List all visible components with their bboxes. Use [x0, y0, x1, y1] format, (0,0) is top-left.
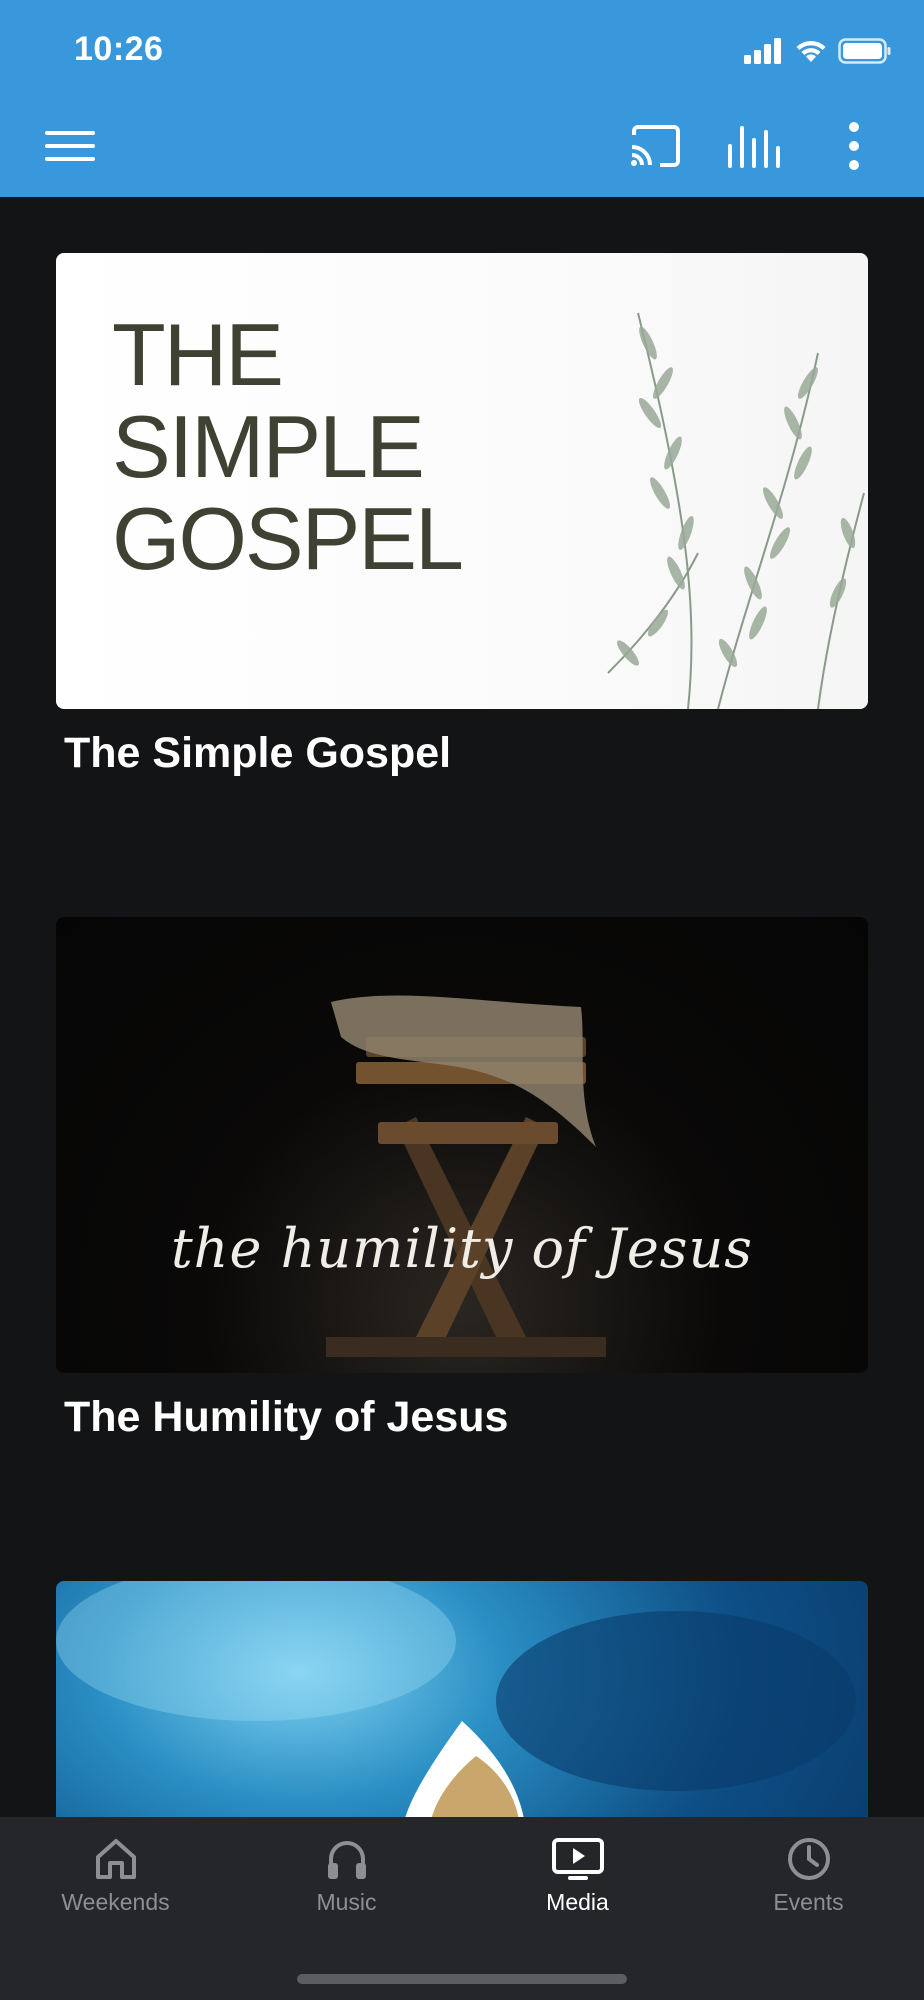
- series-artwork-humility-of-jesus[interactable]: the humility of Jesus: [56, 917, 868, 1373]
- tab-label-music: Music: [316, 1889, 377, 1915]
- artwork-line-3: GOSPEL: [112, 489, 464, 588]
- series-card-third[interactable]: [56, 1581, 868, 1817]
- menu-button[interactable]: [40, 116, 100, 176]
- tab-media[interactable]: Media: [462, 1817, 693, 1957]
- tab-events[interactable]: Events: [693, 1817, 924, 1957]
- headphones-icon: [327, 1841, 366, 1879]
- manger-illustration: [326, 995, 606, 1357]
- media-series-list: THE SIMPLE GOSPEL The Simple Gospel the …: [0, 197, 924, 1817]
- tab-weekends[interactable]: Weekends: [0, 1817, 231, 1957]
- equalizer-icon: [728, 126, 780, 168]
- app-header: 10:26: [0, 0, 924, 197]
- hamburger-menu-icon: [45, 131, 95, 161]
- status-time: 10:26: [74, 30, 164, 68]
- wifi-icon: [796, 40, 826, 62]
- series-title[interactable]: The Humility of Jesus: [56, 1393, 868, 1442]
- olive-branch-illustration: [607, 312, 865, 709]
- tab-label-media: Media: [546, 1889, 609, 1915]
- battery-icon: [838, 38, 891, 64]
- cast-icon: [631, 125, 680, 167]
- artwork-script-text: the humility of Jesus: [170, 1217, 753, 1280]
- artwork-title-text: THE SIMPLE GOSPEL: [112, 305, 464, 588]
- cellular-signal-icon: [744, 38, 781, 64]
- series-card-humility-of-jesus[interactable]: the humility of Jesus The Humility of Je…: [56, 917, 868, 1442]
- tab-label-weekends: Weekends: [61, 1889, 170, 1915]
- more-options-button[interactable]: [824, 116, 884, 176]
- artwork-line-1: THE: [112, 305, 284, 404]
- clock-icon: [787, 1838, 830, 1880]
- tab-label-events: Events: [773, 1889, 844, 1915]
- series-title[interactable]: The Simple Gospel: [56, 729, 868, 778]
- series-artwork-third[interactable]: [56, 1581, 868, 1817]
- series-card-simple-gospel[interactable]: THE SIMPLE GOSPEL The Simple Gospel: [56, 253, 868, 778]
- equalizer-button[interactable]: [724, 116, 784, 176]
- tv-play-icon: [551, 1838, 604, 1880]
- home-indicator: [297, 1974, 627, 1984]
- status-icons: [744, 36, 892, 66]
- cast-button[interactable]: [626, 116, 686, 176]
- app-screen: 10:26 THE SIMPLE GOSPEL The Simple Gospe…: [0, 0, 924, 2000]
- bottom-tab-bar: Weekends Music Media Events: [0, 1817, 924, 2000]
- more-vertical-icon: [849, 122, 859, 170]
- series-artwork-simple-gospel[interactable]: THE SIMPLE GOSPEL: [56, 253, 868, 709]
- home-icon: [95, 1839, 136, 1879]
- artwork-line-2: SIMPLE: [112, 397, 425, 496]
- tab-music[interactable]: Music: [231, 1817, 462, 1957]
- flame-logo-icon: [56, 1581, 856, 1817]
